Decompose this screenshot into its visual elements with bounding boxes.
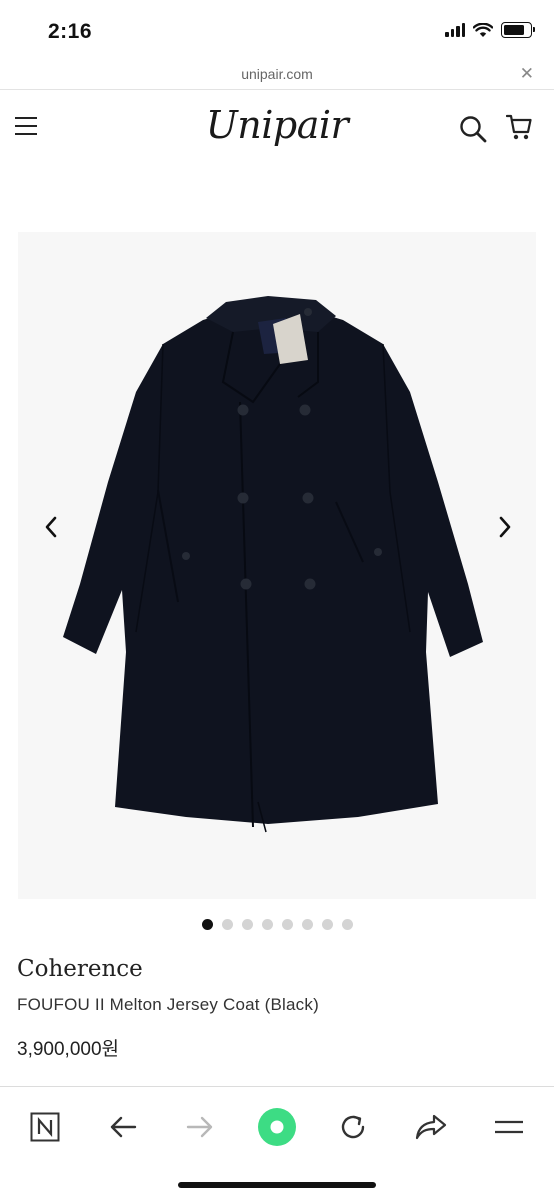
site-header: Unipair — [0, 91, 554, 171]
status-icons — [445, 22, 535, 38]
search-icon[interactable] — [459, 115, 487, 143]
share-icon[interactable] — [411, 1107, 451, 1147]
pagination-dot[interactable] — [201, 919, 213, 930]
pagination-dot[interactable] — [241, 919, 253, 930]
pagination-dot[interactable] — [221, 919, 233, 930]
menu-lines-icon[interactable] — [489, 1107, 529, 1147]
wifi-icon — [473, 22, 493, 37]
green-circle-icon[interactable] — [257, 1107, 297, 1147]
product-brand[interactable]: Coherence — [17, 956, 143, 982]
forward-arrow-icon[interactable] — [180, 1107, 220, 1147]
pagination-dot[interactable] — [281, 919, 293, 930]
pagination-dot[interactable] — [301, 919, 313, 930]
product-name: FOUFOU II Melton Jersey Coat (Black) — [17, 995, 319, 1014]
pagination-dot[interactable] — [261, 919, 273, 930]
naver-n-icon[interactable] — [25, 1107, 65, 1147]
close-icon[interactable]: ✕ — [520, 64, 534, 84]
cart-icon[interactable] — [506, 113, 532, 141]
reload-icon[interactable] — [333, 1107, 373, 1147]
chevron-left-icon[interactable] — [36, 512, 66, 542]
home-indicator — [178, 1182, 376, 1188]
product-image[interactable] — [18, 232, 536, 899]
battery-icon — [501, 22, 535, 38]
cellular-signal-icon — [445, 23, 465, 37]
coat-image — [63, 296, 483, 833]
pagination-dot[interactable] — [341, 919, 353, 930]
pagination-dot[interactable] — [321, 919, 333, 930]
gallery-pagination — [0, 919, 554, 930]
product-price: 3,900,000원 — [17, 1039, 120, 1060]
back-arrow-icon[interactable] — [103, 1107, 143, 1147]
status-time: 2:16 — [48, 20, 93, 43]
chevron-right-icon[interactable] — [490, 512, 520, 542]
browser-url-bar[interactable]: unipair.com ✕ — [0, 62, 554, 90]
url-text[interactable]: unipair.com — [0, 66, 554, 82]
status-bar: 2:16 — [0, 0, 554, 62]
